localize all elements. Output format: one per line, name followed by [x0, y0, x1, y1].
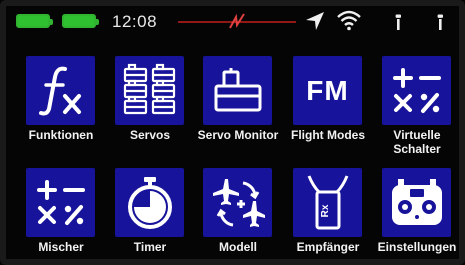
- virtuelle-schalter-label-line1: Virtuelle: [393, 128, 441, 142]
- timer-tile[interactable]: [115, 168, 184, 237]
- clock: 12:08: [112, 12, 158, 31]
- math-ops-icon: [36, 179, 85, 225]
- modell-label: Modell: [219, 240, 257, 254]
- receiver-icon: Rx: [307, 174, 348, 229]
- antenna-2-icon: [437, 14, 443, 30]
- transmitter-icon: [391, 178, 442, 225]
- virtuelle-schalter-tile[interactable]: [382, 56, 451, 125]
- empfaenger-tile[interactable]: Rx: [293, 168, 362, 237]
- wifi-icon: [337, 10, 361, 31]
- battery-1-icon: [16, 14, 53, 28]
- virtuelle-schalter-label-line2: Schalter: [393, 142, 441, 156]
- modell-tile[interactable]: [203, 168, 272, 237]
- funktionen-tile[interactable]: [26, 56, 95, 125]
- svg-text:Rx: Rx: [320, 204, 331, 217]
- signal-line-icon: [178, 13, 296, 29]
- flight-modes-label: Flight Modes: [291, 128, 365, 142]
- status-bar: 12:08: [6, 6, 459, 36]
- battery-2-icon: [62, 14, 99, 28]
- mischer-label: Mischer: [38, 240, 84, 254]
- flight-modes-tile[interactable]: FM: [293, 56, 362, 125]
- timer-label: Timer: [133, 240, 167, 254]
- fm-icon: FM: [306, 74, 349, 106]
- servo-monitor-tile[interactable]: [203, 56, 272, 125]
- einstellungen-label: Einstellungen: [377, 240, 457, 254]
- servos-label: Servos: [129, 128, 171, 142]
- servos-icon: [123, 63, 175, 114]
- servo-monitor-label: Servo Monitor: [197, 128, 279, 142]
- stopwatch-icon: [127, 176, 172, 229]
- antenna-1-icon: [395, 14, 401, 30]
- servo-monitor-icon: [214, 67, 261, 111]
- math-ops-icon: [392, 67, 441, 113]
- empfaenger-label: Empfänger: [296, 240, 360, 254]
- aircraft-model-icon: [212, 178, 265, 227]
- navigation-arrow-icon: [306, 12, 324, 30]
- funktionen-label: Funktionen: [28, 128, 94, 142]
- transmitter-screen: 12:08 Funktionen Servos Servo Monitor FM…: [0, 0, 465, 265]
- fx-icon: [38, 66, 81, 115]
- servos-tile[interactable]: [115, 56, 184, 125]
- einstellungen-tile[interactable]: [382, 168, 451, 237]
- mischer-tile[interactable]: [26, 168, 95, 237]
